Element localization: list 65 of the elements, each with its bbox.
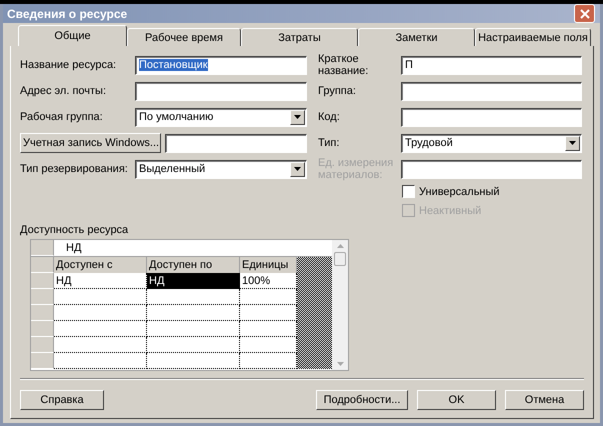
tab[interactable]: Общие: [18, 25, 127, 46]
windows-account-button[interactable]: Учетная запись Windows...: [20, 133, 161, 153]
field-label: Адрес эл. почты:: [20, 85, 108, 97]
table-cell[interactable]: [54, 305, 147, 321]
hatched-area: [297, 257, 332, 273]
dropdown[interactable]: Выделенный: [135, 160, 307, 178]
dropdown[interactable]: Трудовой: [401, 134, 582, 152]
close-button[interactable]: [574, 4, 595, 23]
scrollbar[interactable]: [332, 240, 348, 370]
checkbox[interactable]: [402, 185, 415, 198]
row-header[interactable]: [31, 337, 54, 353]
dialog-button[interactable]: Отмена: [505, 390, 584, 410]
input-field[interactable]: [165, 134, 307, 152]
table-cell[interactable]: [147, 337, 240, 353]
tab[interactable]: Рабочее время: [127, 28, 241, 46]
table-cell[interactable]: [147, 305, 240, 321]
row-header[interactable]: [31, 321, 54, 337]
field-label: Рабочая группа:: [20, 111, 104, 123]
field-label: Тип:: [318, 137, 340, 149]
checkbox-label: Универсальный: [419, 186, 500, 198]
row-header[interactable]: [31, 305, 54, 321]
row-header[interactable]: [31, 273, 54, 289]
input-field[interactable]: [401, 108, 582, 126]
table-cell[interactable]: [54, 353, 147, 369]
row-header[interactable]: [31, 289, 54, 305]
column-header[interactable]: Единицы: [240, 257, 297, 273]
window-title: Сведения о ресурсе: [7, 6, 128, 20]
tab[interactable]: Затраты: [241, 28, 358, 46]
row-header[interactable]: [31, 353, 54, 369]
hatched-area: [297, 273, 332, 289]
table-cell[interactable]: [54, 289, 147, 305]
hatched-area: [297, 305, 332, 321]
column-header[interactable]: Доступен с: [54, 257, 147, 273]
table-cell[interactable]: [147, 289, 240, 305]
cell-edit-field[interactable]: НД: [54, 240, 82, 256]
input-field[interactable]: Постановщик: [135, 56, 307, 74]
field-label: Код:: [318, 111, 341, 123]
close-icon: [580, 8, 590, 18]
hatched-area: [297, 289, 332, 305]
table-cell[interactable]: [54, 337, 147, 353]
hatched-area: [297, 353, 332, 369]
hatched-area: [297, 337, 332, 353]
table-cell[interactable]: НД: [147, 273, 240, 289]
field-value: Постановщик: [139, 59, 208, 71]
dialog-button[interactable]: Подробности...: [316, 390, 408, 410]
tab[interactable]: Заметки: [358, 28, 475, 46]
table-cell[interactable]: [147, 353, 240, 369]
input-field[interactable]: [401, 82, 582, 100]
help-button[interactable]: Справка: [20, 390, 104, 410]
section-label: Доступность ресурса: [20, 222, 130, 238]
tab[interactable]: Настраиваемые поля: [475, 28, 591, 46]
hatched-area: [297, 321, 332, 337]
dropdown[interactable]: По умолчанию: [135, 108, 307, 126]
field-label: Название ресурса:: [20, 59, 118, 71]
dialog-button[interactable]: OK: [417, 390, 496, 410]
table-cell[interactable]: [54, 321, 147, 337]
field-label: Тип резервирования:: [20, 163, 129, 175]
table-cell[interactable]: [147, 321, 240, 337]
field-label: Краткое название:: [318, 53, 370, 77]
input-field[interactable]: П: [401, 56, 582, 74]
column-header[interactable]: Доступен по: [147, 257, 240, 273]
input-field[interactable]: [135, 82, 307, 100]
input-field[interactable]: [401, 160, 582, 178]
field-label: Группа:: [318, 85, 357, 97]
scroll-thumb[interactable]: [334, 252, 346, 266]
